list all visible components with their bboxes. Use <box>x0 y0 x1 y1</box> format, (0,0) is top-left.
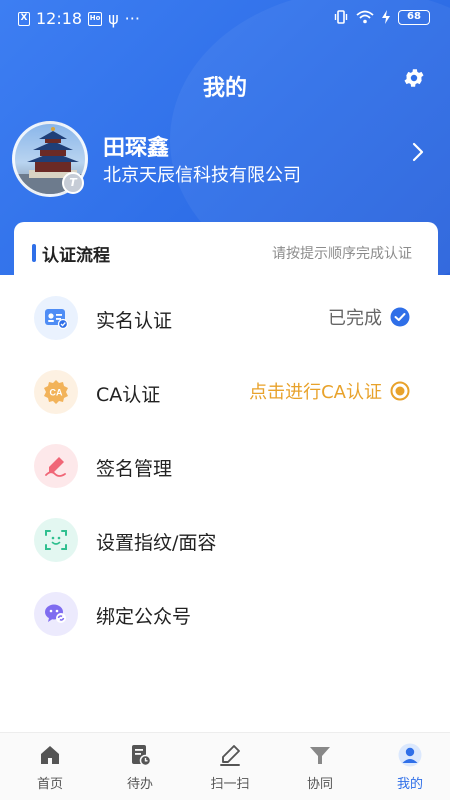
ca-badge-icon: CA <box>34 370 78 414</box>
page-title: 我的 <box>202 76 247 101</box>
tab-label: 扫一扫 <box>210 777 250 792</box>
battery-icon: 68 <box>398 9 430 25</box>
list-item-wechat[interactable]: 绑定公众号 <box>0 578 450 652</box>
face-scan-icon <box>34 518 78 562</box>
vibrate-icon <box>334 10 348 24</box>
collaborate-icon <box>310 747 330 764</box>
list-item-ca[interactable]: CA CA认证 点击进行CA认证 <box>0 356 450 430</box>
certification-card: 认证流程 请按提示顺序完成认证 <box>14 222 438 282</box>
status-time: 12:18 <box>36 9 83 28</box>
tab-label: 首页 <box>36 777 63 792</box>
id-card-icon <box>34 296 78 340</box>
tab-label: 协同 <box>306 777 333 792</box>
tab-scan[interactable]: 扫一扫 <box>185 733 275 800</box>
status-completed: 已完成 <box>328 304 410 330</box>
pending-dot-icon <box>390 381 410 401</box>
profile-icon <box>398 743 422 767</box>
hd-icon: Ho <box>88 11 103 26</box>
company-name: 北京天辰信科技有限公司 <box>103 165 301 186</box>
tab-label: 我的 <box>396 777 423 792</box>
status-bar: X 12:18 Ho ψ ··· 68 <box>0 0 450 36</box>
list-item-signature[interactable]: 签名管理 <box>0 430 450 504</box>
todo-icon <box>132 745 152 767</box>
ca-icon-text: CA <box>50 388 63 398</box>
more-icon: ··· <box>124 9 140 28</box>
status-text: 已完成 <box>328 308 382 329</box>
section-marker <box>32 244 36 262</box>
charging-icon <box>382 10 390 24</box>
row-label: 绑定公众号 <box>96 606 192 628</box>
chevron-right-icon[interactable] <box>412 142 424 162</box>
user-name: 田琛鑫 <box>103 136 170 161</box>
tab-todo[interactable]: 待办 <box>95 733 185 800</box>
check-circle-icon <box>390 307 410 327</box>
wechat-icon <box>34 592 78 636</box>
row-label: CA认证 <box>96 384 161 406</box>
home-icon <box>41 746 59 764</box>
scan-icon <box>220 745 240 766</box>
tab-profile[interactable]: 我的 <box>365 733 450 800</box>
tab-home[interactable]: 首页 <box>5 733 95 800</box>
row-label: 实名认证 <box>96 310 173 332</box>
row-label: 签名管理 <box>96 458 173 480</box>
card-hint: 请按提示顺序完成认证 <box>272 246 412 262</box>
avatar-badge: T <box>62 172 84 194</box>
wifi-icon <box>356 10 374 24</box>
row-label: 设置指纹/面容 <box>96 532 217 554</box>
status-text: 点击进行CA认证 <box>249 382 382 403</box>
status-action[interactable]: 点击进行CA认证 <box>249 378 410 404</box>
tab-collaborate[interactable]: 协同 <box>275 733 365 800</box>
signature-icon <box>34 444 78 488</box>
notification-icon: X <box>18 11 30 26</box>
bottom-tab-bar: 首页 待办 扫一扫 协同 我的 <box>0 732 450 800</box>
gear-icon[interactable] <box>402 66 426 90</box>
list-item-real-name[interactable]: 实名认证 已完成 <box>0 282 450 356</box>
list-item-fingerprint-face[interactable]: 设置指纹/面容 <box>0 504 450 578</box>
usb-icon: ψ <box>108 9 119 28</box>
tab-label: 待办 <box>126 777 153 792</box>
card-title: 认证流程 <box>42 246 110 266</box>
